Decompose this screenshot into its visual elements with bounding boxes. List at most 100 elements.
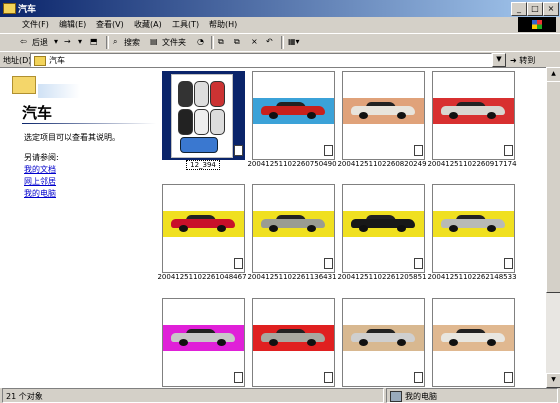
back-dropdown-icon[interactable]: ▾ bbox=[54, 37, 58, 46]
menu-file[interactable]: 文件(F) bbox=[22, 19, 49, 30]
car-image bbox=[441, 329, 505, 346]
thumbnail-item[interactable] bbox=[162, 184, 245, 273]
web-view-pane: 汽车 选定项目可以查看其说明。 另请参阅: 我的文档 网上邻居 我的电脑 bbox=[0, 68, 156, 388]
close-button[interactable]: × bbox=[543, 2, 559, 16]
car-image bbox=[171, 329, 235, 346]
car-image bbox=[441, 215, 505, 232]
file-type-icon bbox=[324, 372, 333, 383]
thumbnail-item[interactable] bbox=[252, 298, 335, 387]
menu-favorites[interactable]: 收藏(A) bbox=[134, 19, 162, 30]
copy-to-icon[interactable]: ⧉ bbox=[234, 37, 240, 47]
car-icon bbox=[194, 81, 209, 107]
car-image bbox=[441, 102, 505, 119]
folders-button[interactable]: 文件夹 bbox=[162, 37, 186, 48]
thumbnail-item[interactable] bbox=[342, 184, 425, 273]
explorer-window: 汽车 _ □ × 文件(F) 编辑(E) 查看(V) 收藏(A) 工具(T) 帮… bbox=[0, 0, 560, 403]
move-to-icon[interactable]: ⧉ bbox=[218, 37, 224, 47]
thumbnail-item[interactable] bbox=[342, 71, 425, 160]
thumbnail-item[interactable] bbox=[162, 298, 245, 387]
folder-icon bbox=[12, 76, 36, 94]
car-image bbox=[171, 215, 235, 232]
car-image bbox=[261, 102, 325, 119]
car-icon bbox=[178, 109, 193, 135]
car-icon bbox=[178, 81, 193, 107]
car-image bbox=[261, 329, 325, 346]
address-input[interactable]: 汽车 bbox=[30, 53, 492, 67]
go-arrow-icon: ➜ bbox=[510, 56, 517, 65]
separator bbox=[281, 36, 284, 49]
thumbnail-caption[interactable]: 20041251102260917174 bbox=[422, 160, 522, 168]
scroll-thumb[interactable] bbox=[546, 81, 560, 293]
file-type-icon bbox=[234, 145, 243, 156]
folder-title: 汽车 bbox=[22, 104, 53, 122]
thumbnail-caption[interactable]: 20041251102261136431 bbox=[242, 273, 342, 281]
link-my-documents[interactable]: 我的文档 bbox=[24, 164, 56, 175]
undo-icon[interactable]: ↶ bbox=[266, 37, 273, 46]
file-type-icon bbox=[324, 145, 333, 156]
thumbnail-caption[interactable]: 20041251102260820249 bbox=[332, 160, 432, 168]
forward-button[interactable]: → bbox=[64, 37, 71, 46]
windows-flag-icon bbox=[532, 20, 542, 29]
menu-bar: 文件(F) 编辑(E) 查看(V) 收藏(A) 工具(T) 帮助(H) bbox=[0, 17, 560, 33]
search-icon: ⌕ bbox=[113, 37, 118, 46]
see-also-label: 另请参阅: bbox=[24, 153, 59, 162]
object-count: 21 个对象 bbox=[6, 392, 43, 401]
scroll-down-icon[interactable]: ▼ bbox=[546, 373, 560, 388]
forward-dropdown-icon[interactable]: ▾ bbox=[78, 37, 82, 46]
delete-button[interactable]: × bbox=[251, 37, 258, 46]
thumbnail-item[interactable] bbox=[252, 71, 335, 160]
toolbar: ⇦ 后退 ▾ → ▾ ⬒ ⌕ 搜索 ▤ 文件夹 ◔ ⧉ ⧉ × ↶ ▦▾ bbox=[0, 33, 560, 51]
menu-help[interactable]: 帮助(H) bbox=[209, 19, 237, 30]
thumbnail-caption[interactable]: 20041251102261048467 bbox=[152, 273, 252, 281]
window-title: 汽车 bbox=[18, 5, 37, 15]
menu-view[interactable]: 查看(V) bbox=[96, 19, 124, 30]
status-count-cell: 21 个对象 bbox=[2, 388, 384, 403]
go-button[interactable]: ➜ 转到 bbox=[510, 55, 535, 66]
thumbnail-item[interactable] bbox=[432, 71, 515, 160]
search-button[interactable]: 搜索 bbox=[124, 37, 140, 48]
thumbnail-caption[interactable]: 20041251102260750490 bbox=[242, 160, 342, 168]
thumbnail-item[interactable] bbox=[162, 71, 245, 160]
address-value: 汽车 bbox=[49, 56, 65, 65]
thumbnail-item[interactable] bbox=[342, 298, 425, 387]
up-folder-icon[interactable]: ⬒ bbox=[90, 37, 98, 46]
divider bbox=[22, 123, 156, 124]
history-icon[interactable]: ◔ bbox=[197, 37, 204, 46]
back-button[interactable]: 后退 bbox=[32, 37, 48, 48]
link-my-computer[interactable]: 我的电脑 bbox=[24, 188, 56, 199]
menu-edit[interactable]: 编辑(E) bbox=[59, 19, 86, 30]
minimize-button[interactable]: _ bbox=[511, 2, 527, 16]
thumbnail-caption[interactable]: 20041251102262148533 bbox=[422, 273, 522, 281]
description-text: 选定项目可以查看其说明。 bbox=[24, 133, 120, 142]
status-bar: 21 个对象 我的电脑 bbox=[0, 387, 560, 403]
file-type-icon bbox=[504, 145, 513, 156]
link-network-places[interactable]: 网上邻居 bbox=[24, 176, 56, 187]
thumbnail-caption[interactable]: 12_394 bbox=[186, 160, 220, 170]
thumbnail-item[interactable] bbox=[432, 298, 515, 387]
file-type-icon bbox=[504, 258, 513, 269]
vertical-scrollbar[interactable]: ▲ ▼ bbox=[546, 67, 560, 388]
file-type-icon bbox=[234, 372, 243, 383]
car-icon bbox=[210, 81, 225, 107]
go-label: 转到 bbox=[519, 56, 536, 65]
file-type-icon bbox=[324, 258, 333, 269]
car-icon bbox=[194, 109, 209, 135]
separator bbox=[106, 36, 109, 49]
address-bar: 地址(D) 汽车 ▼ ➜ 转到 bbox=[0, 51, 560, 68]
file-type-icon bbox=[414, 258, 423, 269]
car-image bbox=[351, 329, 415, 346]
views-icon[interactable]: ▦▾ bbox=[288, 37, 300, 46]
address-dropdown-button[interactable]: ▼ bbox=[492, 53, 506, 67]
thumbnail-item[interactable] bbox=[432, 184, 515, 273]
maximize-button[interactable]: □ bbox=[527, 2, 543, 16]
folder-banner-image bbox=[12, 70, 84, 102]
thumbnail-caption[interactable]: 20041251102261205851 bbox=[332, 273, 432, 281]
file-type-icon bbox=[504, 372, 513, 383]
car-image bbox=[351, 102, 415, 119]
address-label: 地址(D) bbox=[3, 56, 32, 65]
scroll-up-icon[interactable]: ▲ bbox=[546, 67, 560, 82]
menu-tools[interactable]: 工具(T) bbox=[172, 19, 199, 30]
car-image bbox=[351, 215, 415, 232]
thumbnail-item[interactable] bbox=[252, 184, 335, 273]
thumbnail-image bbox=[171, 74, 233, 158]
